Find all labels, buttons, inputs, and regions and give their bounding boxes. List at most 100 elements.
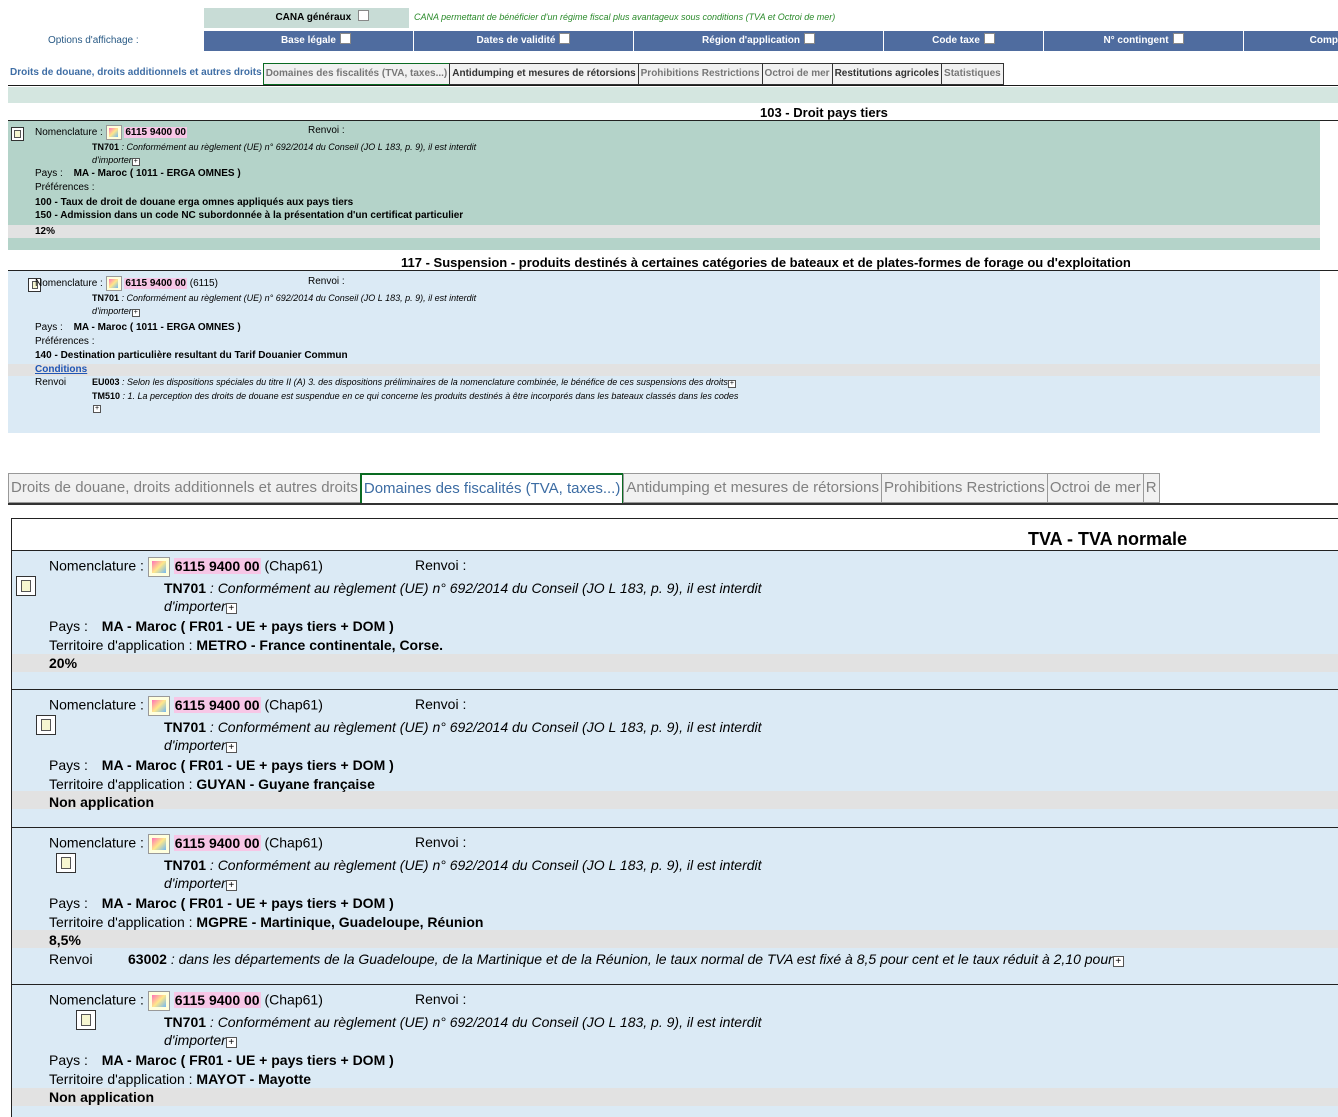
expand-icon[interactable]: + bbox=[225, 880, 237, 891]
nomenclature-code[interactable]: 6115 9400 00 bbox=[173, 696, 261, 713]
pays-line: Pays : MA - Maroc ( 1011 - ERGA OMNES ) bbox=[35, 322, 241, 333]
nomenclature-document-icon[interactable] bbox=[36, 715, 56, 735]
rate-value: 12% bbox=[35, 226, 56, 237]
chapter-ref: (Chap61) bbox=[264, 834, 323, 851]
product-code-icon[interactable] bbox=[105, 125, 122, 140]
product-code-icon[interactable] bbox=[105, 276, 122, 291]
cana-label: CANA généraux bbox=[275, 12, 352, 23]
tn701-text2: d'importer bbox=[164, 737, 226, 753]
territoire-value: METRO - France continentale, Corse. bbox=[196, 637, 444, 653]
renvoi-label: Renvoi : bbox=[308, 276, 345, 287]
expand-icon[interactable]: + bbox=[225, 603, 237, 614]
territoire-label: Territoire d'application : bbox=[49, 914, 193, 930]
renvoi-label: Renvoi bbox=[49, 951, 93, 967]
pays-line: Pays : MA - Maroc ( 1011 - ERGA OMNES ) bbox=[35, 168, 241, 179]
expand-icon[interactable]: + bbox=[131, 158, 140, 166]
tab-antidumping[interactable]: Antidumping et mesures de rétorsions bbox=[449, 63, 639, 85]
territoire-line: Territoire d'application : MAYOT - Mayot… bbox=[49, 1071, 311, 1087]
pays-label: Pays : bbox=[49, 895, 88, 911]
section-title-117: 117 - Suspension - produits destinés à c… bbox=[401, 255, 1131, 270]
product-code-icon[interactable] bbox=[147, 991, 170, 1011]
tn701-code: TN701 bbox=[164, 1014, 207, 1030]
checkbox[interactable] bbox=[803, 33, 815, 44]
toggle-comp[interactable]: Comp bbox=[1244, 31, 1338, 51]
tab-statistiques[interactable]: Statistiques bbox=[941, 63, 1004, 85]
tn701-text: : Conformément au règlement (UE) n° 692/… bbox=[121, 293, 477, 303]
tn701-text: : Conformément au règlement (UE) n° 692/… bbox=[209, 580, 762, 596]
expand-icon[interactable]: + bbox=[131, 309, 140, 317]
renvoi-label: Renvoi : bbox=[415, 991, 467, 1007]
pays-label: Pays : bbox=[49, 1052, 88, 1068]
checkbox[interactable] bbox=[340, 33, 351, 44]
cana-header: CANA généraux bbox=[204, 8, 409, 28]
nomenclature-document-icon[interactable] bbox=[11, 126, 24, 141]
nomenclature-code[interactable]: 6115 9400 00 bbox=[173, 834, 261, 851]
cana-checkbox[interactable] bbox=[358, 10, 369, 21]
checkbox[interactable] bbox=[1172, 33, 1184, 44]
nomenclature-document-icon[interactable] bbox=[56, 853, 76, 873]
nomenclature-label: Nomenclature : bbox=[35, 278, 103, 290]
tab-more[interactable]: R bbox=[1142, 473, 1160, 503]
toggle-code-taxe[interactable]: Code taxe bbox=[884, 31, 1044, 51]
toggle-label: Base légale bbox=[280, 35, 336, 46]
tn701-text2: d'importer bbox=[164, 1032, 226, 1048]
tab-antidumping[interactable]: Antidumping et mesures de rétorsions bbox=[623, 473, 882, 503]
expand-icon[interactable]: + bbox=[1112, 956, 1124, 967]
conditions-link[interactable]: Conditions bbox=[35, 364, 87, 375]
tab-prohibitions[interactable]: Prohibitions Restrictions bbox=[637, 63, 763, 85]
product-code-icon[interactable] bbox=[147, 557, 170, 577]
product-code-icon[interactable] bbox=[147, 834, 170, 854]
expand-icon[interactable]: + bbox=[727, 380, 736, 388]
tab-fiscalites[interactable]: Domaines des fiscalités (TVA, taxes...) bbox=[262, 63, 451, 85]
pays-label: Pays : bbox=[35, 168, 63, 179]
options-label: Options d'affichage : bbox=[48, 35, 139, 46]
tn701-cont: d'importer + bbox=[164, 598, 237, 614]
chapter-ref: (Chap61) bbox=[264, 557, 323, 574]
tab-octroi-mer[interactable]: Octroi de mer bbox=[1046, 473, 1144, 503]
nomenclature-line: Nomenclature : 6115 9400 00 (Chap61) bbox=[49, 834, 323, 854]
pays-value: MA - Maroc ( 1011 - ERGA OMNES ) bbox=[73, 322, 241, 333]
pays-line: Pays : MA - Maroc ( FR01 - UE + pays tie… bbox=[49, 618, 394, 634]
territoire-value: GUYAN - Guyane française bbox=[196, 776, 375, 792]
chapter-ref: (6115) bbox=[189, 278, 218, 290]
renvoi-label: Renvoi : bbox=[415, 696, 467, 712]
tn701-text2: d'importer bbox=[164, 875, 226, 891]
nomenclature-document-icon[interactable] bbox=[16, 576, 36, 596]
tn701-text: : Conformément au règlement (UE) n° 692/… bbox=[209, 719, 762, 735]
value-bar bbox=[12, 654, 1338, 672]
tab-prohibitions[interactable]: Prohibitions Restrictions bbox=[881, 473, 1048, 503]
checkbox[interactable] bbox=[983, 33, 995, 44]
toggle-label: N° contingent bbox=[1103, 35, 1169, 46]
tab-restitutions[interactable]: Restitutions agricoles bbox=[831, 63, 943, 85]
nomenclature-document-icon[interactable] bbox=[76, 1010, 96, 1030]
expand-icon[interactable]: + bbox=[225, 742, 237, 753]
nomenclature-code[interactable]: 6115 9400 00 bbox=[173, 991, 261, 1008]
pays-value: MA - Maroc ( FR01 - UE + pays tiers + DO… bbox=[101, 618, 394, 634]
territoire-label: Territoire d'application : bbox=[49, 776, 193, 792]
section-title-103: 103 - Droit pays tiers bbox=[760, 105, 888, 120]
tn701-code: TN701 bbox=[92, 142, 120, 152]
tab-droits-douane[interactable]: Droits de douane, droits additionnels et… bbox=[8, 473, 361, 503]
toggle-dates-validite[interactable]: Dates de validité bbox=[414, 31, 634, 51]
expand-icon[interactable]: + bbox=[225, 1037, 237, 1048]
tab-octroi-mer[interactable]: Octroi de mer bbox=[761, 63, 833, 85]
toggle-base-legale[interactable]: Base légale bbox=[204, 31, 414, 51]
expand-icon[interactable]: + bbox=[93, 405, 101, 413]
tab-droits-douane[interactable]: Droits de douane, droits additionnels et… bbox=[8, 63, 264, 83]
pays-label: Pays : bbox=[49, 618, 88, 634]
nomenclature-code[interactable]: 6115 9400 00 bbox=[124, 278, 187, 290]
territoire-line: Territoire d'application : METRO - Franc… bbox=[49, 637, 443, 653]
tab-fiscalites[interactable]: Domaines des fiscalités (TVA, taxes...) bbox=[359, 473, 625, 503]
product-code-icon[interactable] bbox=[147, 696, 170, 716]
renvoi-text: : dans les départements de la Guadeloupe… bbox=[170, 951, 1113, 967]
pays-value: MA - Maroc ( 1011 - ERGA OMNES ) bbox=[73, 168, 241, 179]
tva-value: 8,5% bbox=[49, 932, 81, 948]
tn701-text2: d'importer bbox=[92, 155, 132, 165]
tva-value: Non application bbox=[49, 1089, 154, 1105]
toggle-contingent[interactable]: N° contingent bbox=[1044, 31, 1244, 51]
nomenclature-code[interactable]: 6115 9400 00 bbox=[173, 557, 261, 574]
toggle-region[interactable]: Région d'application bbox=[634, 31, 884, 51]
checkbox[interactable] bbox=[559, 33, 571, 44]
territoire-line: Territoire d'application : MGPRE - Marti… bbox=[49, 914, 483, 930]
nomenclature-code[interactable]: 6115 9400 00 bbox=[124, 127, 187, 139]
